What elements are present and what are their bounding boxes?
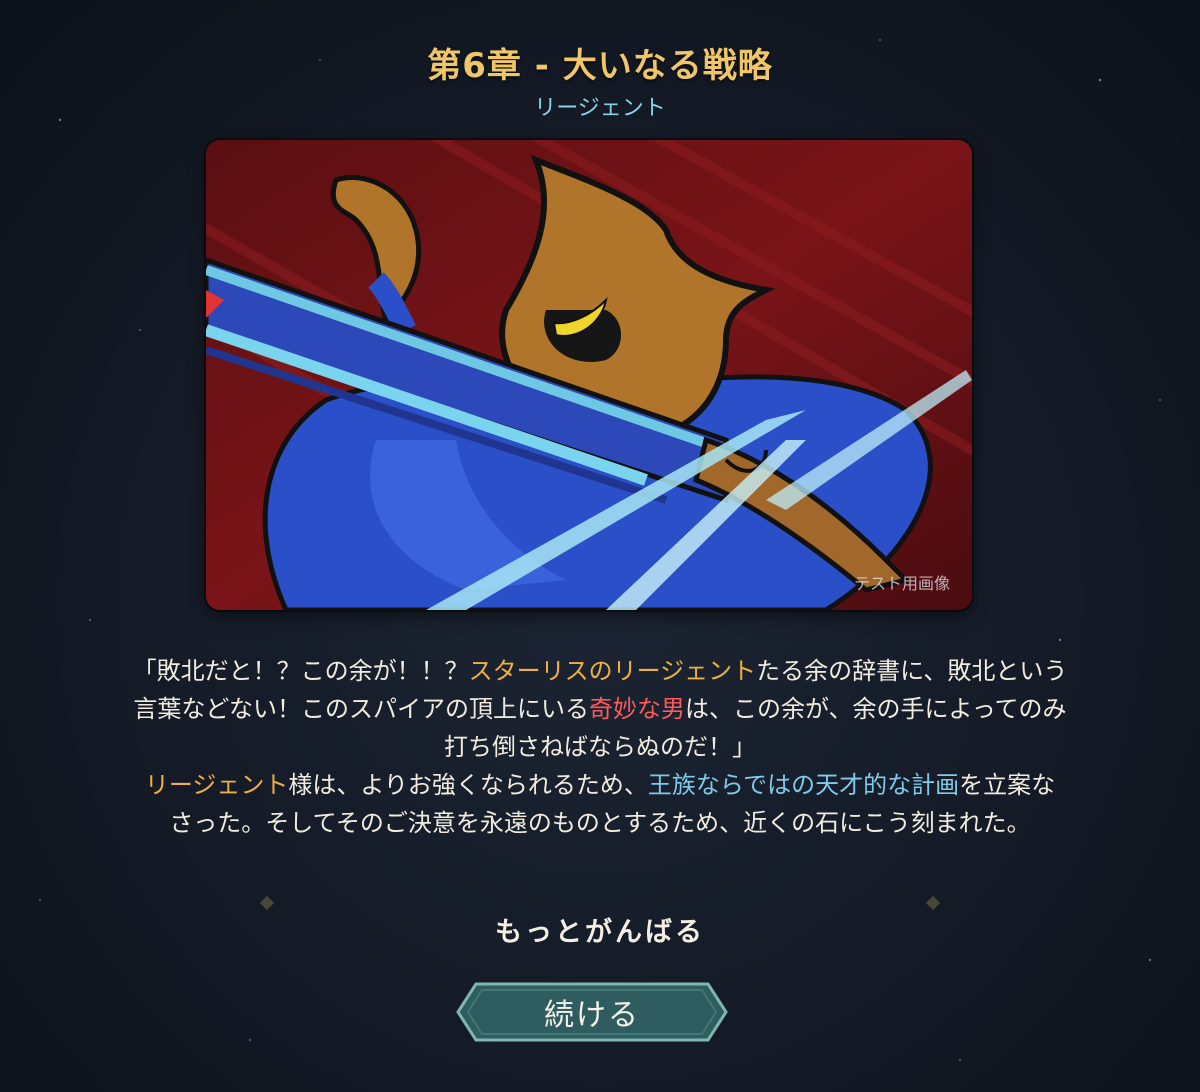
keyword-highlight: 王族ならではの天才的な計画 bbox=[647, 771, 960, 799]
story-line: 「敗北だと！？この余が！！？スターリスのリージェントたる余の辞書に、敗北という bbox=[60, 652, 1140, 690]
story-text: 「敗北だと！？この余が！！？スターリスのリージェントたる余の辞書に、敗北という … bbox=[60, 652, 1140, 842]
chapter-title: 第6章 - 大いなる戦略 bbox=[427, 46, 773, 86]
story-text-segment: は、この余が、余の手によってのみ bbox=[684, 695, 1067, 723]
story-line: 言葉などない！このスパイアの頂上にいる奇妙な男は、この余が、余の手によってのみ bbox=[60, 690, 1140, 728]
story-text-segment: 様は、よりお強くなられるため、 bbox=[288, 771, 648, 799]
keyword-highlight: スターリスのリージェント bbox=[468, 657, 757, 685]
artwork-placeholder-label: テスト用画像 bbox=[853, 574, 950, 593]
story-text-segment: 「敗北だと！？この余が！！？ bbox=[132, 657, 469, 685]
story-text-segment: を立案な bbox=[959, 771, 1056, 799]
story-line: リージェント様は、よりお強くなられるため、王族ならではの天才的な計画を立案な bbox=[60, 766, 1140, 804]
chapter-artwork: テスト用画像 bbox=[206, 140, 972, 610]
continue-button-label: 続ける bbox=[544, 998, 640, 1033]
story-text-segment: 言葉などない！このスパイアの頂上にいる bbox=[133, 695, 589, 723]
character-name: リージェント bbox=[534, 96, 666, 121]
story-text-segment: たる余の辞書に、敗北という bbox=[756, 657, 1068, 685]
divider-diamond-left bbox=[259, 895, 275, 911]
divider-diamond-right bbox=[925, 895, 941, 911]
continue-button[interactable]: 続ける bbox=[454, 980, 730, 1044]
story-line: さった。そしてそのご決意を永遠のものとするため、近くの石にこう刻まれた。 bbox=[169, 809, 1031, 837]
story-line: 打ち倒さねばならぬのだ！」 bbox=[444, 733, 756, 761]
event-option[interactable]: もっとがんばる bbox=[0, 910, 1200, 949]
keyword-highlight: 奇妙な男 bbox=[588, 695, 685, 723]
keyword-highlight: リージェント bbox=[144, 771, 289, 799]
regent-character-illustration bbox=[206, 140, 972, 610]
